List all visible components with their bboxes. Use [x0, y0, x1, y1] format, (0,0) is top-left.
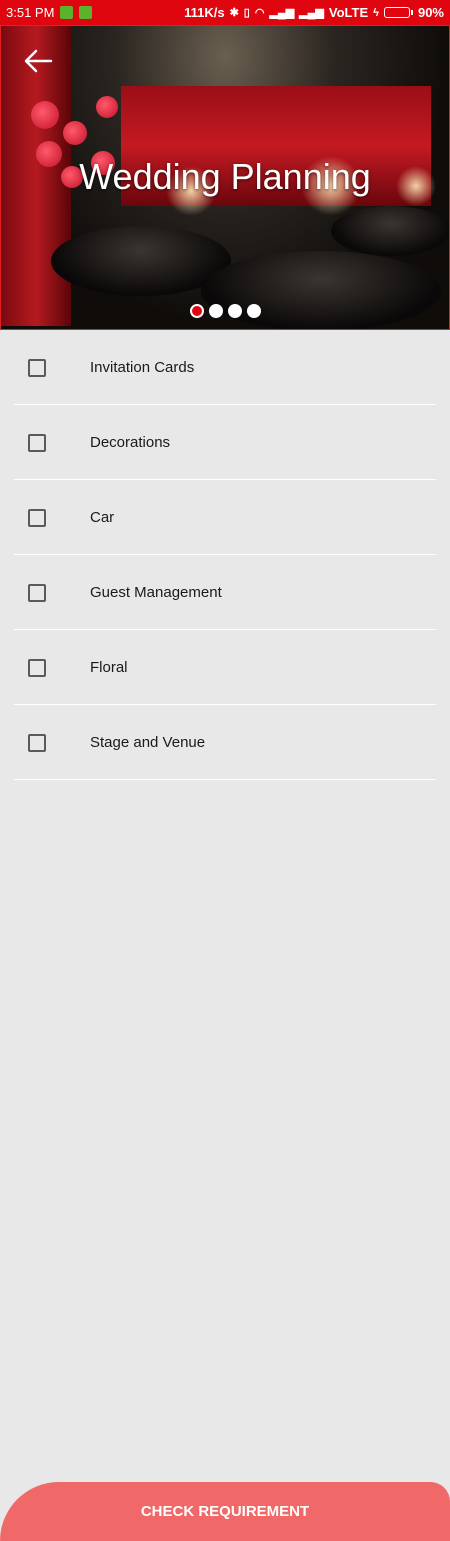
signal-icon-2: ▂▄▆: [299, 7, 324, 19]
list-item[interactable]: Guest Management: [0, 555, 450, 630]
item-label: Decorations: [90, 434, 171, 451]
item-label: Guest Management: [90, 584, 222, 601]
list-item[interactable]: Decorations: [0, 405, 450, 480]
slide-dot[interactable]: [227, 304, 242, 318]
check-requirement-button[interactable]: CHECK REQUIREMENT: [0, 1482, 450, 1541]
slide-dot[interactable]: [208, 304, 223, 318]
checkbox[interactable]: [28, 508, 46, 527]
battery-icon: [383, 7, 413, 18]
battery-percent: 90%: [417, 5, 444, 20]
charging-icon: ϟ: [373, 6, 379, 19]
checkbox[interactable]: [28, 583, 46, 602]
item-label: Invitation Cards: [90, 359, 195, 376]
page-title: Wedding Planning: [79, 156, 371, 197]
item-label: Floral: [90, 659, 128, 676]
item-label: Car: [90, 509, 115, 526]
carrier-label: VoLTE: [328, 5, 369, 20]
network-speed: 111K/s: [184, 5, 225, 20]
vibrate-icon: ▯: [243, 7, 250, 19]
list-item[interactable]: Car: [0, 480, 450, 555]
back-arrow-icon[interactable]: [23, 48, 53, 74]
requirements-list: Invitation Cards Decorations Car Guest Mana…: [0, 330, 450, 780]
checkbox[interactable]: [28, 433, 46, 452]
status-bar: 3:51 PM 111K/s ✱ ▯ ◠ ▂▄▆ ▂▄▆ VoLTE ϟ 90%: [0, 0, 450, 25]
status-time: 3:51 PM: [6, 5, 55, 20]
slide-dot[interactable]: [246, 304, 261, 318]
hero-banner[interactable]: Wedding Planning: [0, 25, 450, 330]
list-item[interactable]: Invitation Cards: [0, 330, 450, 405]
slide-dot[interactable]: [189, 304, 204, 318]
android-notification-icon: [79, 6, 93, 19]
bluetooth-icon: ✱: [229, 7, 239, 19]
app-notification-icon: [60, 6, 74, 19]
cta-container: CHECK REQUIREMENT: [0, 741, 450, 1541]
signal-icon-1: ▂▄▆: [269, 7, 295, 19]
list-item[interactable]: Floral: [0, 630, 450, 705]
wifi-icon: ◠: [254, 7, 265, 19]
slider-indicator[interactable]: [1, 304, 449, 318]
checkbox[interactable]: [28, 358, 46, 377]
checkbox[interactable]: [28, 658, 46, 677]
